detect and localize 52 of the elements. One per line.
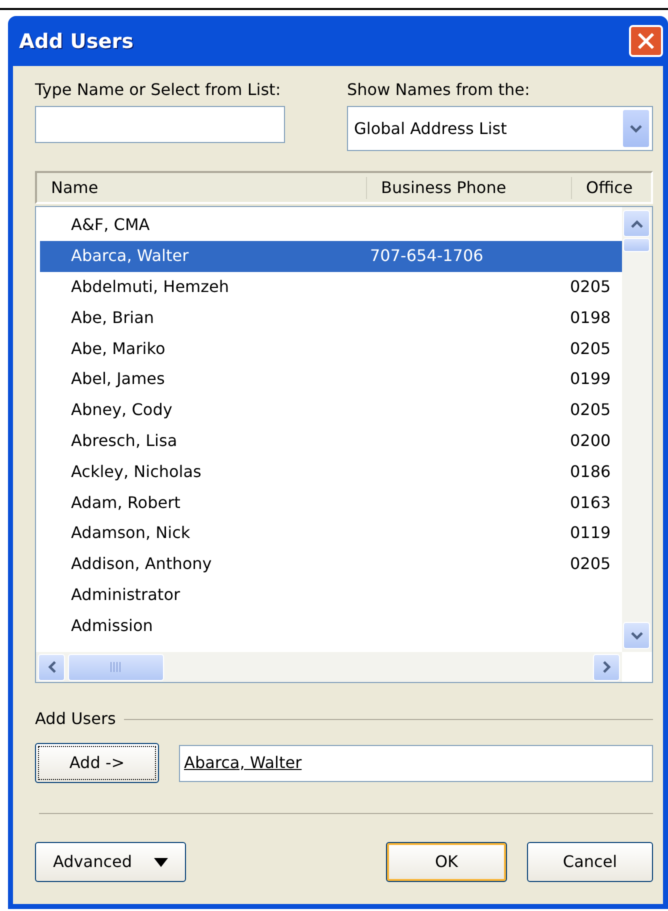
table-cell: 0198 — [570, 308, 611, 327]
user-row[interactable]: Ackley, Nicholas 0186 — [40, 456, 622, 488]
user-row[interactable]: Abarca, Walter 707-654-1706 — [40, 240, 622, 272]
group-label: Add Users — [35, 708, 116, 730]
table-cell: 0186 — [570, 462, 611, 481]
address-list-dropdown[interactable]: Global Address List — [347, 106, 653, 151]
table-cell: 707-654-1706 — [370, 246, 484, 266]
user-row[interactable]: Abe, Mariko 0205 — [40, 333, 622, 364]
table-cell: A&F, CMA — [71, 215, 150, 234]
table-cell: Abe, Mariko — [71, 338, 166, 358]
column-header[interactable]: Business Phone — [367, 176, 572, 198]
table-cell: Abdelmuti, Hemzeh — [71, 276, 230, 296]
user-row[interactable]: Abney, Cody 0205 — [40, 394, 622, 426]
table-cell: Abel, James — [71, 369, 165, 388]
user-row[interactable]: Abresch, Lisa 0200 — [40, 426, 622, 456]
table-cell: 0200 — [570, 430, 611, 450]
table-cell: 0205 — [570, 400, 611, 420]
table-cell: Abresch, Lisa — [71, 430, 178, 450]
field-label: Show Names from the: — [347, 79, 531, 101]
user-row[interactable]: Adamson, Nick 0119 — [40, 518, 622, 549]
advanced-menu-button[interactable]: Advanced — [35, 842, 186, 882]
table-cell: 0205 — [570, 338, 611, 358]
field-label: Type Name or Select from List: — [35, 79, 282, 101]
user-row[interactable]: Abel, James 0199 — [40, 364, 622, 395]
table-cell: Abarca, Walter — [71, 246, 189, 266]
table-cell: Abe, Brian — [71, 308, 154, 327]
table-cell: Ackley, Nicholas — [71, 462, 202, 481]
table-cell: Adamson, Nick — [71, 523, 190, 542]
window-title: Add Users — [19, 28, 134, 55]
user-row[interactable]: Abe, Brian 0198 — [40, 302, 622, 334]
table-cell: Addison, Anthony — [71, 554, 212, 574]
column-header[interactable]: Office — [572, 176, 651, 198]
user-row[interactable]: Admission — [40, 610, 622, 642]
add-button[interactable]: Add -> — [35, 743, 159, 783]
user-row[interactable]: Addison, Anthony 0205 — [40, 548, 622, 580]
table-cell: Admission — [71, 616, 153, 635]
table-cell: Administrator — [71, 584, 180, 604]
user-row[interactable]: Administrator — [40, 580, 622, 610]
table-cell: 0205 — [570, 276, 611, 296]
dialog-button[interactable]: Cancel — [527, 842, 653, 882]
table-cell: 0163 — [570, 492, 611, 512]
table-cell: 0199 — [570, 369, 611, 388]
table-cell: Adam, Robert — [71, 492, 180, 512]
added-users-field[interactable]: Abarca, Walter — [179, 744, 653, 782]
table-cell: Abney, Cody — [71, 400, 172, 420]
table-cell: 0205 — [570, 554, 611, 574]
column-header[interactable]: Name — [37, 176, 367, 198]
user-row[interactable]: A&F, CMA — [40, 210, 622, 241]
user-row[interactable]: Abdelmuti, Hemzeh 0205 — [40, 272, 622, 302]
user-row[interactable]: Adam, Robert 0163 — [40, 487, 622, 518]
table-cell: 0119 — [570, 523, 611, 542]
dialog-button[interactable]: OK — [386, 842, 507, 882]
